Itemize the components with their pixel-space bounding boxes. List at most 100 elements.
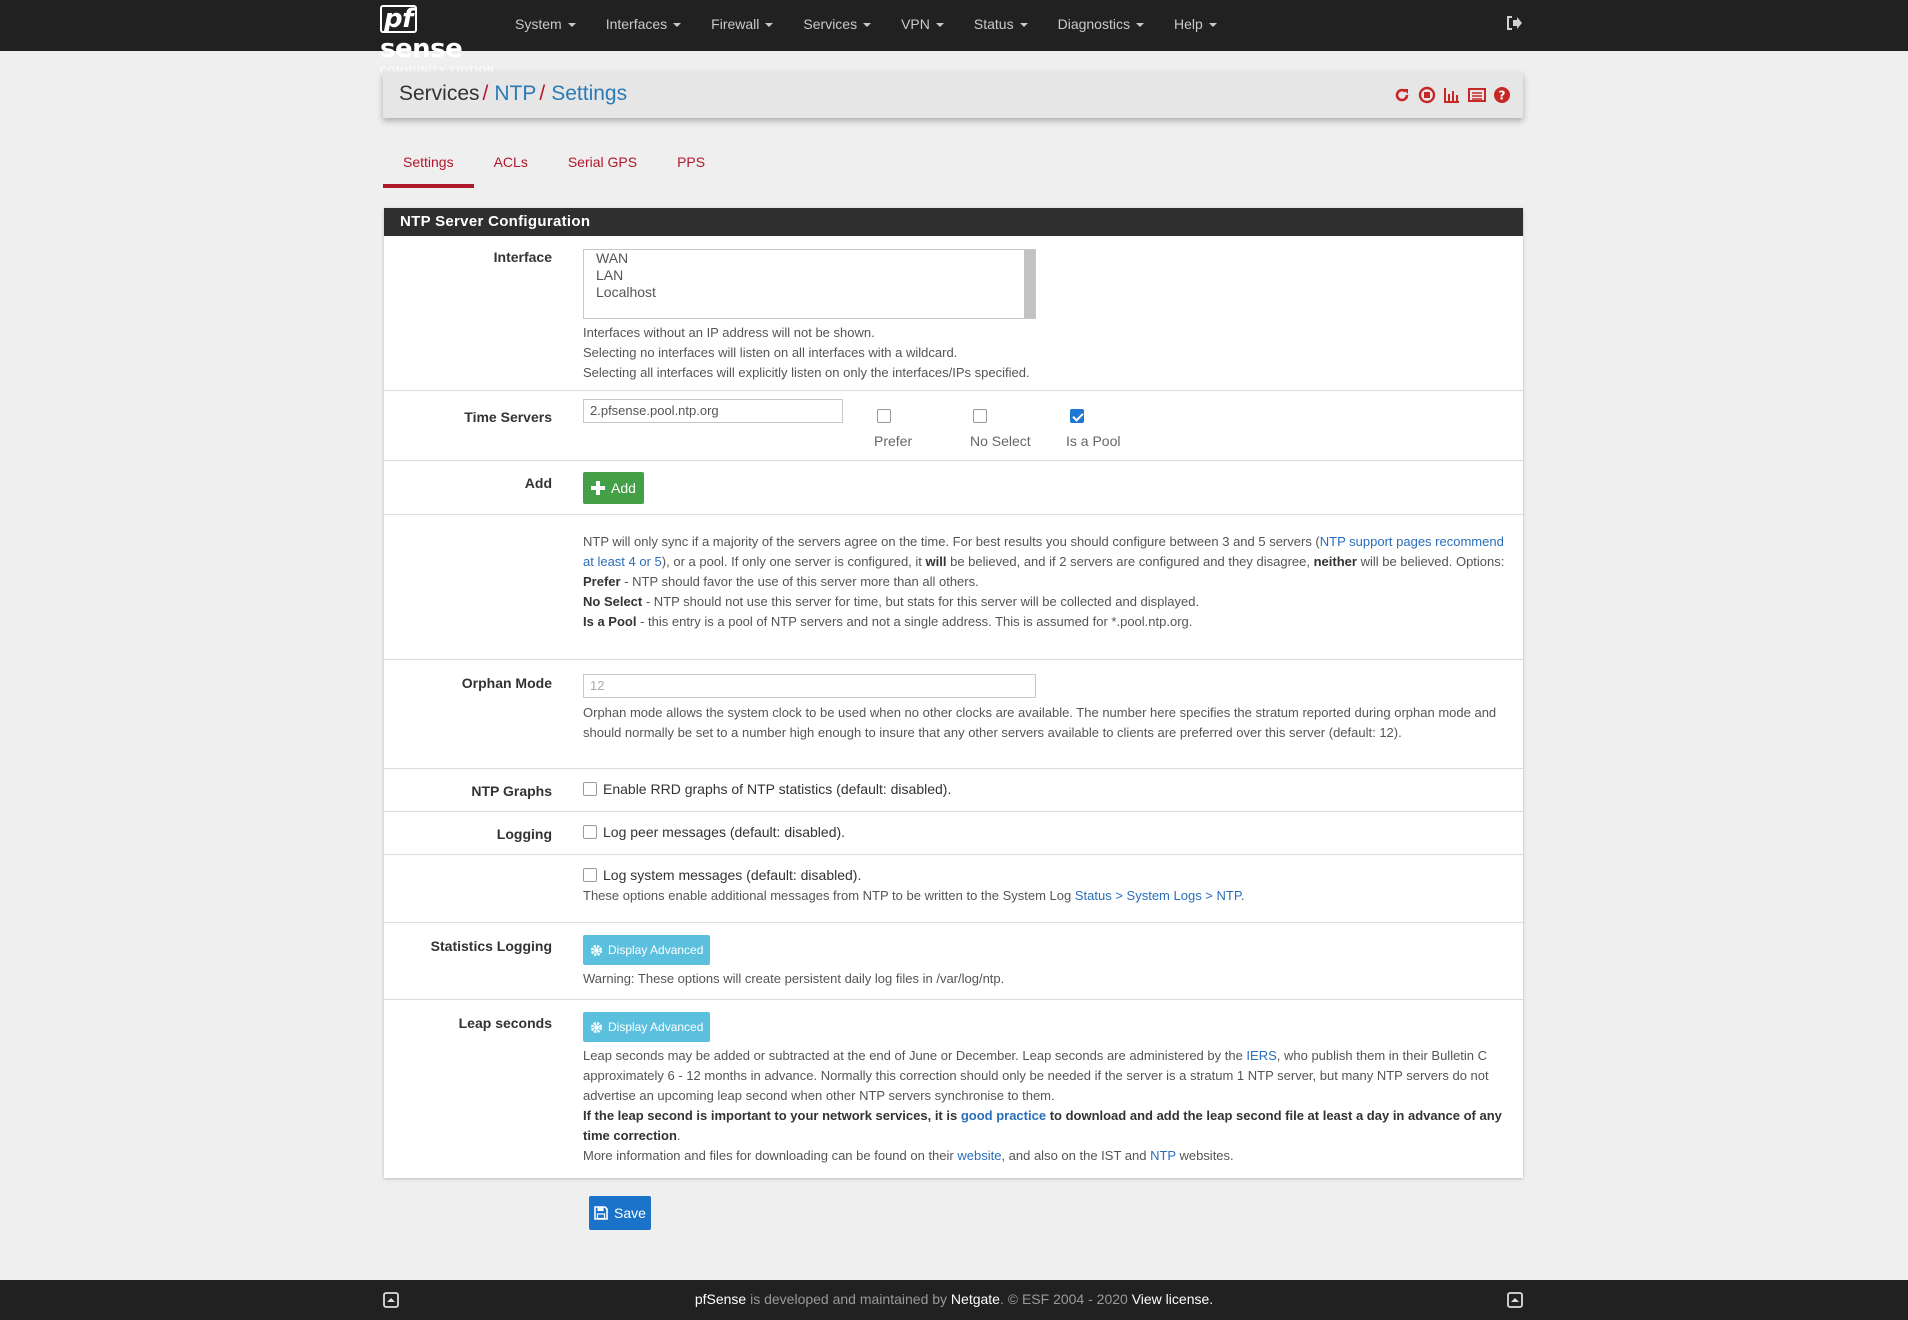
listbox-scrollbar[interactable]: [1024, 250, 1035, 318]
logging-row: Logging Log peer messages (default: disa…: [384, 812, 1523, 855]
orphan-mode-input[interactable]: 12: [583, 674, 1036, 698]
interface-option-localhost[interactable]: Localhost: [596, 284, 1023, 301]
nav-help[interactable]: Help: [1159, 0, 1232, 51]
orphan-mode-help: Orphan mode allows the system clock to b…: [583, 705, 1497, 740]
is-a-pool-label: Is a Pool: [1066, 433, 1121, 449]
time-servers-row: Time Servers 2.pfsense.pool.ntp.org Pref…: [384, 391, 1523, 461]
caret-down-icon: [1019, 23, 1028, 28]
breadcrumb-actions: ?: [1393, 86, 1511, 104]
logo-pf: pf: [380, 5, 417, 33]
orphan-mode-label: Orphan Mode: [461, 675, 552, 691]
breadcrumb-settings-link[interactable]: Settings: [551, 82, 627, 105]
graph-icon[interactable]: [1443, 86, 1461, 104]
website-link[interactable]: website: [957, 1148, 1001, 1163]
statistics-logging-label: Statistics Logging: [430, 938, 552, 954]
gear-icon: [590, 1021, 603, 1033]
interface-listbox[interactable]: WAN LAN Localhost: [583, 249, 1036, 319]
leap-help: Leap seconds may be added or subtracted …: [583, 1048, 1502, 1163]
ntp-graphs-label: NTP Graphs: [471, 783, 552, 799]
leap-seconds-label: Leap seconds: [458, 1015, 552, 1031]
tab-acls[interactable]: ACLs: [474, 148, 548, 188]
nav-system[interactable]: System: [500, 0, 591, 51]
interface-help: Interfaces without an IP address will no…: [583, 325, 1030, 380]
ntp-help-row: NTP will only sync if a majority of the …: [384, 515, 1523, 660]
stop-service-icon[interactable]: [1418, 86, 1436, 104]
breadcrumb-separator: /: [539, 82, 546, 105]
netgate-link[interactable]: Netgate: [951, 1291, 1000, 1307]
is-a-pool-checkbox[interactable]: [1070, 409, 1084, 423]
log-peer-checkbox[interactable]: [583, 825, 597, 839]
logging-label: Logging: [496, 826, 552, 842]
log-system-text: Log system messages (default: disabled).: [603, 867, 862, 883]
time-servers-label: Time Servers: [464, 409, 552, 425]
tab-settings[interactable]: Settings: [383, 148, 474, 188]
leap-seconds-row: Leap seconds Display Advanced Leap secon…: [384, 1000, 1523, 1177]
log-peer-text: Log peer messages (default: disabled).: [603, 824, 846, 840]
leap-button-label: Display Advanced: [608, 1020, 704, 1034]
stats-button-label: Display Advanced: [608, 943, 704, 957]
footer: pfSense is developed and maintained by N…: [0, 1280, 1908, 1320]
interface-option-lan[interactable]: LAN: [596, 267, 1023, 284]
ntp-config-panel: NTP Server Configuration Interface WAN L…: [384, 208, 1523, 1178]
caret-down-icon: [863, 23, 872, 28]
nav-firewall[interactable]: Firewall: [696, 0, 788, 51]
orphan-mode-row: Orphan Mode 12 Orphan mode allows the sy…: [384, 660, 1523, 769]
ntp-help-text: NTP will only sync if a majority of the …: [583, 534, 1505, 629]
ntp-graphs-checkbox[interactable]: [583, 782, 597, 796]
save-icon: [594, 1206, 608, 1220]
nav-diagnostics[interactable]: Diagnostics: [1043, 0, 1159, 51]
time-server-input[interactable]: 2.pfsense.pool.ntp.org: [583, 399, 843, 423]
interface-row: Interface WAN LAN Localhost Interfaces w…: [384, 236, 1523, 391]
ntp-graphs-row: NTP Graphs Enable RRD graphs of NTP stat…: [384, 769, 1523, 812]
breadcrumb-ntp-link[interactable]: NTP: [494, 82, 536, 105]
breadcrumb-services: Services: [399, 82, 480, 105]
nav-services[interactable]: Services: [788, 0, 886, 51]
prefer-checkbox[interactable]: [877, 409, 891, 423]
top-navbar: pfsense COMMUNITY EDITION System Interfa…: [0, 0, 1908, 75]
tab-serial-gps[interactable]: Serial GPS: [548, 148, 657, 188]
iers-link[interactable]: IERS: [1246, 1048, 1276, 1063]
stats-display-advanced-button[interactable]: Display Advanced: [583, 935, 711, 965]
logout-icon[interactable]: [1505, 14, 1525, 34]
caret-down-icon: [673, 23, 682, 28]
interface-option-wan[interactable]: WAN: [596, 250, 1023, 267]
logo-sense: sense: [380, 34, 463, 64]
nav-status[interactable]: Status: [959, 0, 1043, 51]
log-system-checkbox[interactable]: [583, 868, 597, 882]
pfsense-logo[interactable]: pfsense COMMUNITY EDITION: [380, 4, 494, 75]
no-select-checkbox[interactable]: [973, 409, 987, 423]
view-license-link[interactable]: View license.: [1132, 1291, 1213, 1307]
help-icon[interactable]: ?: [1493, 86, 1511, 104]
logging-help: These options enable additional messages…: [583, 888, 1245, 903]
log-icon[interactable]: [1468, 86, 1486, 104]
scroll-top-icon[interactable]: [1507, 1292, 1523, 1308]
ntp-graphs-text: Enable RRD graphs of NTP statistics (def…: [603, 781, 952, 797]
tab-pps[interactable]: PPS: [657, 148, 725, 188]
system-logs-ntp-link[interactable]: Status > System Logs > NTP: [1075, 888, 1241, 903]
stats-help: Warning: These options will create persi…: [583, 971, 1005, 986]
restart-service-icon[interactable]: [1393, 86, 1411, 104]
nav-interfaces[interactable]: Interfaces: [591, 0, 696, 51]
add-server-button[interactable]: Add: [583, 472, 644, 504]
interface-label: Interface: [493, 249, 552, 265]
add-button-label: Add: [611, 480, 636, 496]
main-menu: System Interfaces Firewall Services VPN …: [500, 0, 1232, 51]
breadcrumb-bar: Services / NTP / Settings ?: [383, 72, 1523, 118]
statistics-logging-row: Statistics Logging Display Advanced Warn…: [384, 923, 1523, 1000]
panel-title: NTP Server Configuration: [384, 208, 1523, 236]
good-practice-link[interactable]: good practice: [961, 1108, 1046, 1123]
no-select-label: No Select: [970, 433, 1031, 449]
save-button[interactable]: Save: [589, 1196, 651, 1230]
nav-vpn[interactable]: VPN: [886, 0, 959, 51]
ntp-website-link[interactable]: NTP: [1150, 1148, 1176, 1163]
add-label: Add: [524, 475, 552, 491]
caret-down-icon: [1208, 23, 1217, 28]
leap-display-advanced-button[interactable]: Display Advanced: [583, 1012, 711, 1042]
caret-down-icon: [567, 23, 576, 28]
breadcrumb-separator: /: [482, 82, 489, 105]
breadcrumb: Services / NTP / Settings: [399, 82, 627, 106]
plus-icon: [591, 481, 605, 495]
add-row: Add Add: [384, 461, 1523, 515]
logging-system-row: Log system messages (default: disabled).…: [384, 855, 1523, 923]
caret-down-icon: [1135, 23, 1144, 28]
